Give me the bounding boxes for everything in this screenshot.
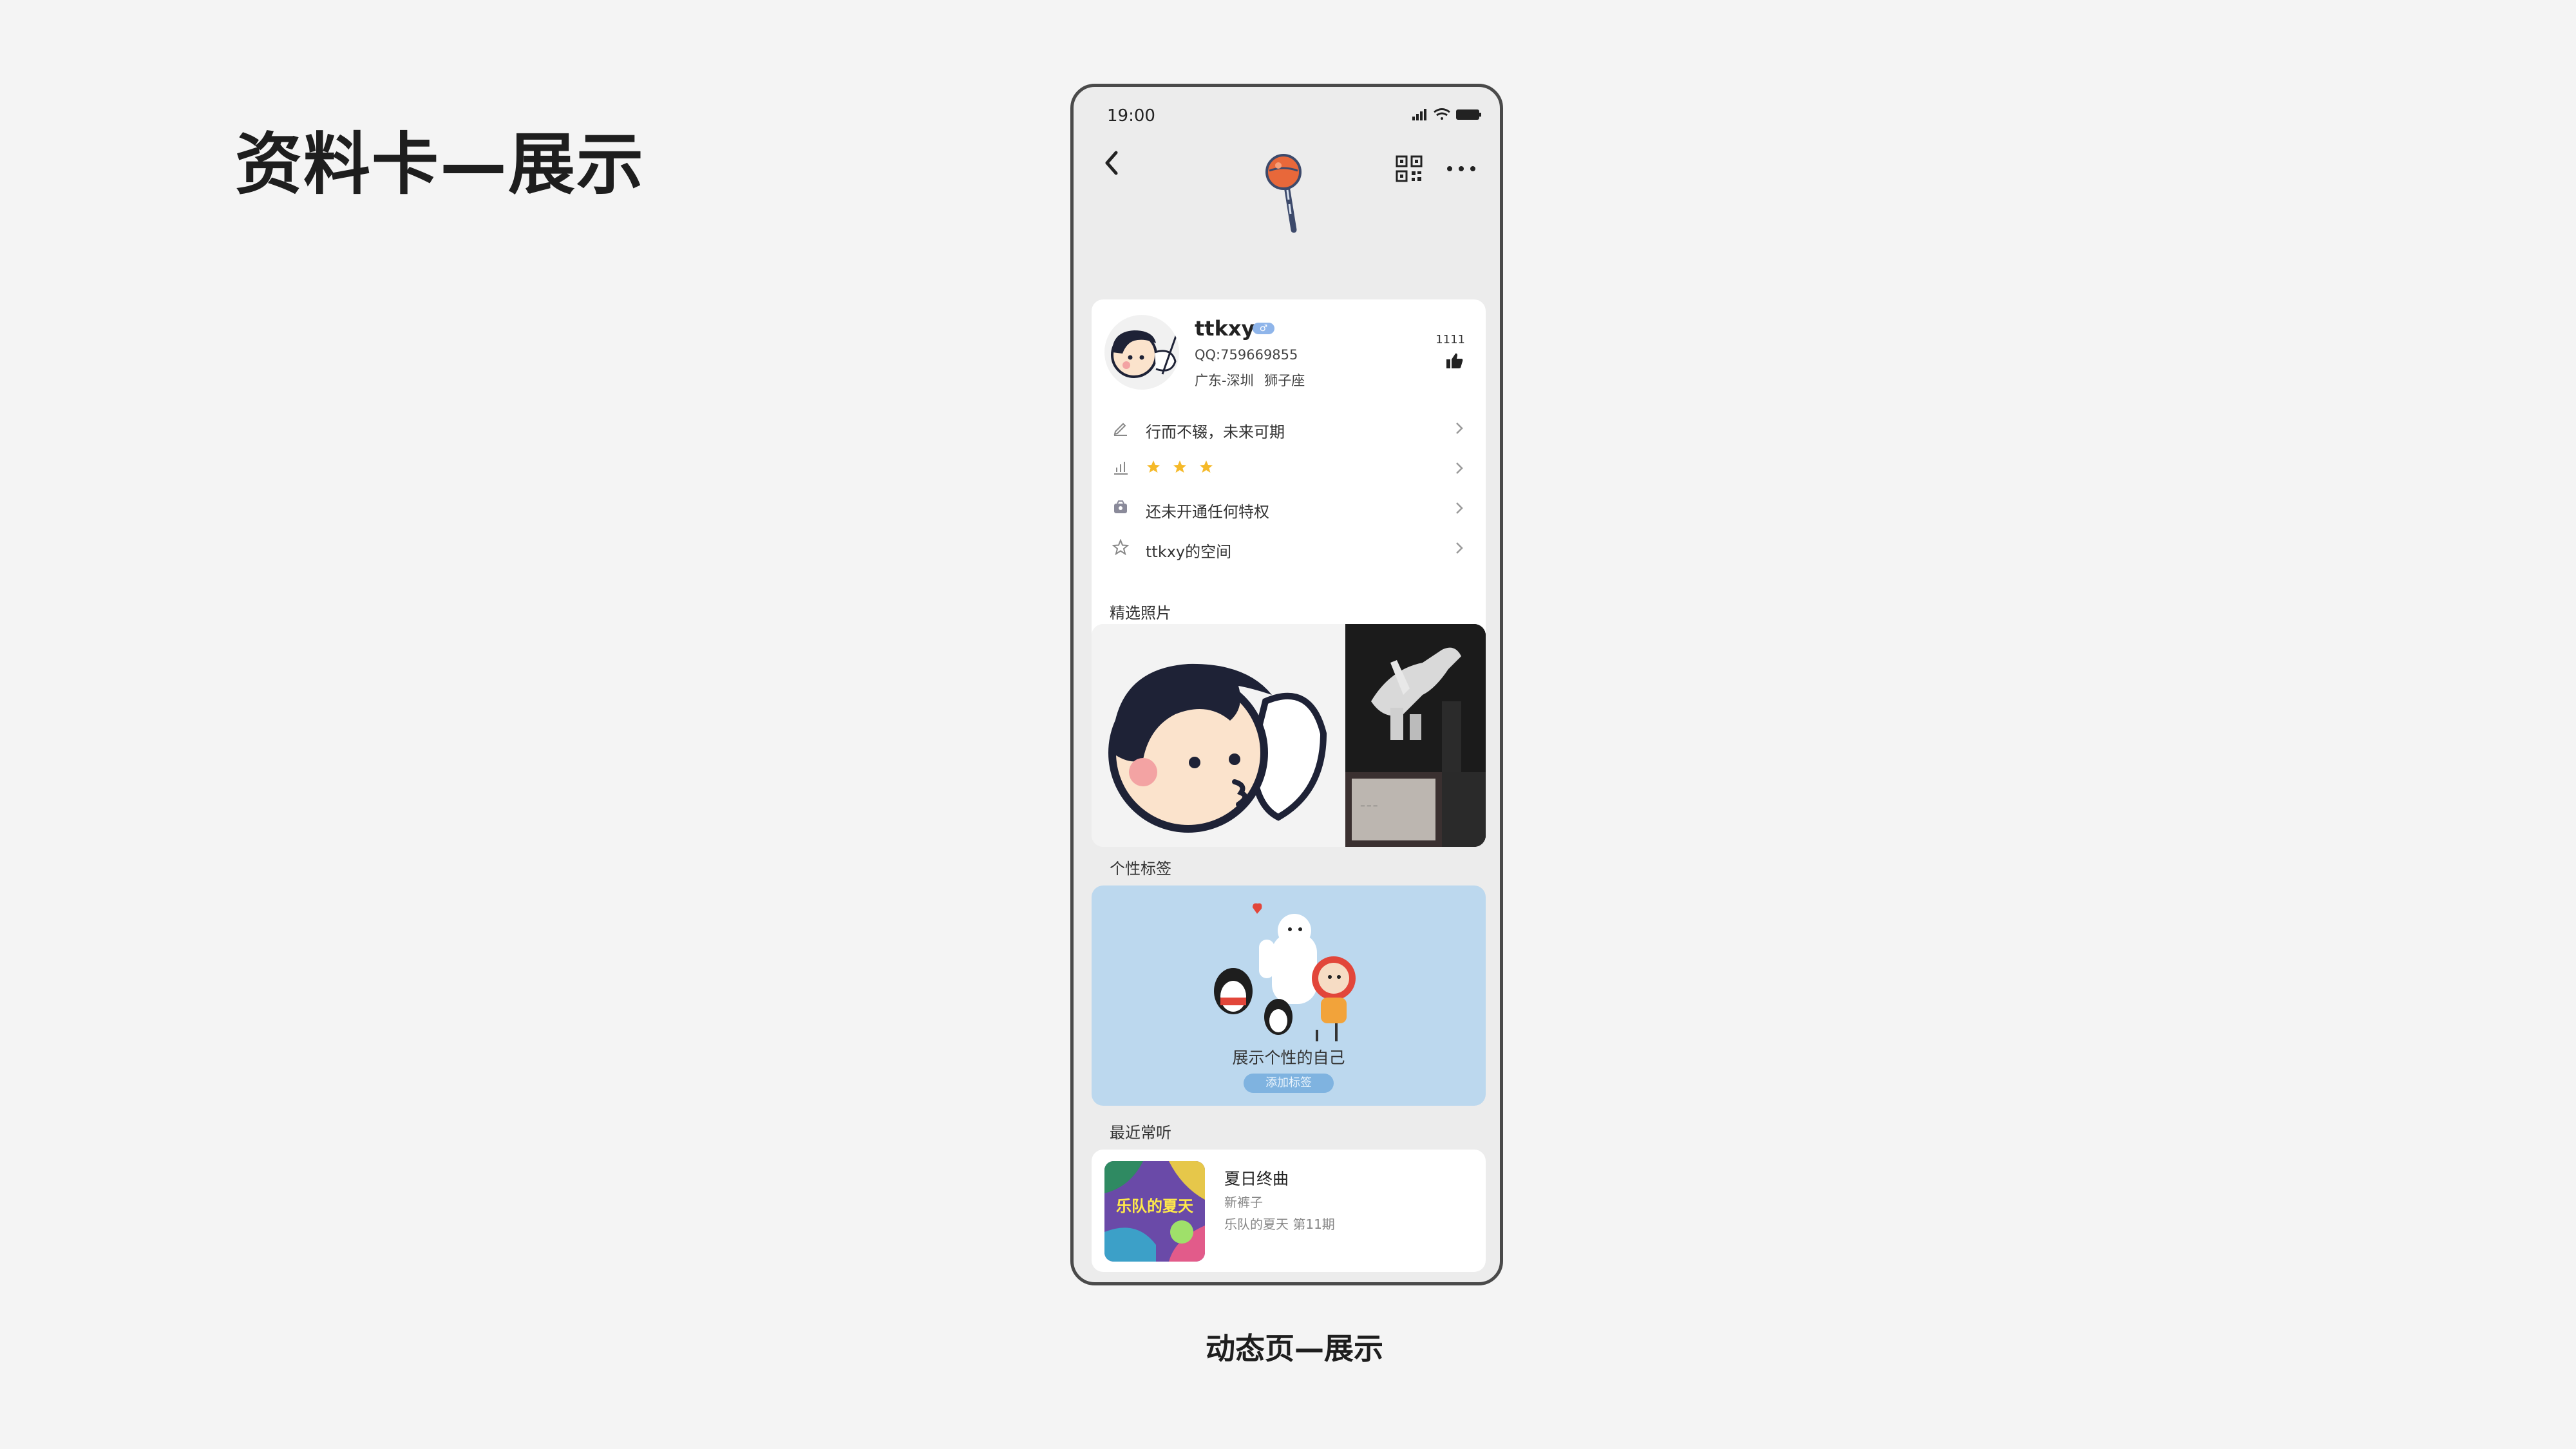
status-time: 19:00: [1107, 106, 1155, 126]
battery-icon: [1456, 109, 1481, 120]
nickname: ttkxy: [1195, 316, 1255, 341]
wifi-icon: [1434, 108, 1450, 120]
signature-text: 行而不辍，未来可期: [1146, 423, 1285, 441]
avatar[interactable]: [1104, 315, 1179, 390]
thumbs-up-icon[interactable]: [1446, 352, 1464, 369]
lollipop-logo: [1265, 154, 1302, 233]
mascots-illustration: [1214, 903, 1356, 1041]
tags-section-label: 个性标签: [1110, 860, 1171, 878]
star-icon: [1147, 460, 1160, 473]
photo-cartoon-boy[interactable]: [1092, 624, 1345, 847]
slide-caption: 动态页—展示: [1206, 1331, 1383, 1366]
star-outline-icon: [1112, 539, 1129, 556]
level-stars: [1146, 459, 1222, 476]
personal-tags-card: 展示个性的自己 添加标签: [1092, 886, 1486, 1106]
back-icon[interactable]: [1098, 145, 1126, 181]
photos-section-label: 精选照片: [1110, 604, 1171, 622]
svg-text:_ _ _: _ _ _: [1360, 797, 1378, 806]
qq-number: QQ:759669855: [1195, 347, 1298, 363]
qzone-row[interactable]: ttkxy的空间: [1092, 529, 1486, 567]
tags-prompt: 展示个性的自己: [1232, 1048, 1345, 1067]
vip-icon: [1114, 500, 1127, 513]
avatar-illustration: [1111, 330, 1178, 378]
album-cover[interactable]: 乐队的夏天: [1104, 1161, 1205, 1262]
level-row[interactable]: [1092, 449, 1486, 488]
qzone-text: ttkxy的空间: [1146, 543, 1232, 561]
recent-music-card[interactable]: 乐队的夏天 夏日终曲 新裤子 乐队的夏天 第11期: [1092, 1150, 1486, 1272]
star-icon: [1200, 460, 1213, 473]
status-icons: [1412, 108, 1481, 120]
add-tag-button[interactable]: 添加标签: [1244, 1074, 1334, 1093]
location-line: 广东-深圳 狮子座: [1195, 370, 1305, 390]
level-chart-icon: [1114, 462, 1128, 475]
privilege-row[interactable]: 还未开通任何特权: [1092, 489, 1486, 527]
zodiac: 狮子座: [1264, 373, 1305, 388]
like-count: 1111: [1435, 333, 1465, 346]
gender-badge: ♂: [1253, 323, 1274, 334]
song-album: 乐队的夏天 第11期: [1224, 1217, 1335, 1232]
privilege-text: 还未开通任何特权: [1146, 503, 1269, 521]
chevron-right-icon: [1456, 462, 1463, 474]
chevron-right-icon: [1456, 542, 1463, 554]
photo-night-scene[interactable]: _ _ _: [1345, 624, 1486, 847]
chevron-right-icon: [1456, 502, 1463, 514]
star-icon: [1173, 460, 1187, 473]
pencil-icon: [1113, 422, 1127, 436]
status-bar: 19:00: [1074, 87, 1500, 138]
phone-frame: 19:00 ttkxy ♂ QQ:759669855 广东-深圳 狮子座 111…: [1070, 84, 1503, 1285]
music-section-label: 最近常听: [1110, 1124, 1171, 1142]
chevron-right-icon: [1456, 422, 1463, 434]
album-cover-text: 乐队的夏天: [1116, 1197, 1193, 1215]
slide-title: 资料卡—展示: [235, 125, 645, 204]
more-icon[interactable]: [1443, 159, 1479, 178]
signal-icon: [1412, 109, 1426, 120]
location: 广东-深圳: [1195, 373, 1254, 388]
signature-row[interactable]: 行而不辍，未来可期: [1092, 409, 1486, 448]
song-artist: 新裤子: [1224, 1195, 1263, 1210]
qr-code-icon[interactable]: [1396, 155, 1423, 182]
featured-photos[interactable]: _ _ _: [1092, 624, 1486, 847]
song-title: 夏日终曲: [1224, 1170, 1289, 1188]
